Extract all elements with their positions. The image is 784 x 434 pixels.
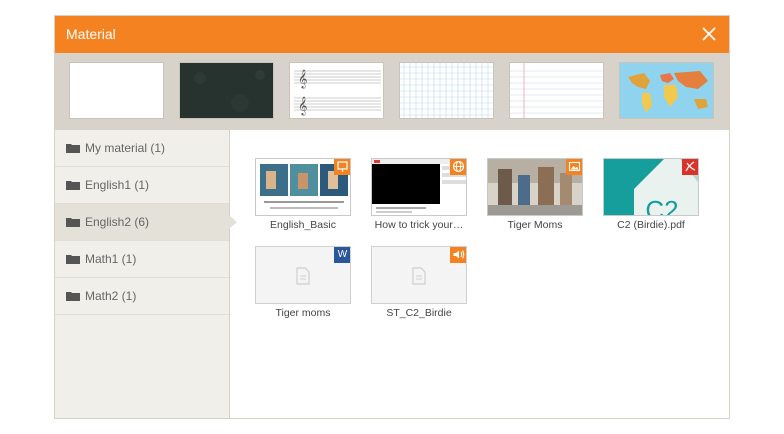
sidebar-item-math1[interactable]: Math1 (1)	[55, 241, 229, 278]
background-world-map[interactable]	[619, 62, 714, 119]
file-thumbnail	[487, 158, 583, 216]
background-blank[interactable]	[69, 62, 164, 119]
file-thumbnail	[371, 158, 467, 216]
title-bar: Material	[55, 16, 729, 53]
pdf-thumb-text: C2	[645, 195, 678, 216]
svg-text:𝄞: 𝄞	[298, 69, 307, 89]
folder-sidebar: My material (1) English1 (1) English2 (6…	[55, 130, 237, 418]
file-thumbnail	[255, 158, 351, 216]
close-icon[interactable]	[700, 25, 718, 43]
pdf-icon	[682, 159, 698, 175]
content-area: My material (1) English1 (1) English2 (6…	[55, 130, 729, 418]
sidebar-item-my-material[interactable]: My material (1)	[55, 130, 229, 167]
file-label: C2 (Birdie).pdf	[617, 219, 685, 231]
folder-icon	[66, 218, 80, 227]
sidebar-item-label: English2 (6)	[85, 215, 150, 229]
file-label: Tiger Moms	[507, 219, 563, 231]
sidebar-item-label: Math2 (1)	[85, 289, 137, 303]
file-grid: English_Basic How to trick your… Tiger M…	[230, 130, 729, 418]
sidebar-item-label: My material (1)	[85, 141, 166, 155]
background-lined-paper[interactable]	[509, 62, 604, 119]
file-thumbnail	[371, 246, 467, 304]
sidebar-item-label: Math1 (1)	[85, 252, 137, 266]
file-label: ST_C2_Birdie	[386, 307, 452, 319]
folder-icon	[66, 181, 80, 190]
document-placeholder-icon	[296, 267, 310, 285]
dialog-title: Material	[66, 26, 116, 42]
file-label: How to trick your…	[374, 219, 464, 231]
sidebar-item-math2[interactable]: Math2 (1)	[55, 278, 229, 315]
presentation-icon	[334, 159, 350, 175]
folder-icon	[66, 255, 80, 264]
background-chalkboard[interactable]	[179, 62, 274, 119]
file-label: English_Basic	[270, 219, 336, 231]
globe-icon	[450, 159, 466, 175]
file-label: Tiger moms	[275, 307, 331, 319]
folder-icon	[66, 292, 80, 301]
sidebar-item-english1[interactable]: English1 (1)	[55, 167, 229, 204]
word-icon: W	[334, 247, 350, 263]
background-grid-paper[interactable]	[399, 62, 494, 119]
speaker-icon	[450, 247, 466, 263]
folder-icon	[66, 144, 80, 153]
background-strip: 𝄞 𝄞	[55, 53, 729, 130]
background-music-staff[interactable]: 𝄞 𝄞	[289, 62, 384, 119]
file-thumbnail: W	[255, 246, 351, 304]
svg-text:𝄞: 𝄞	[298, 96, 307, 116]
material-dialog: Material 𝄞 𝄞 My material (1) English1 (1…	[54, 15, 730, 419]
sidebar-item-label: English1 (1)	[85, 178, 150, 192]
sidebar-item-english2[interactable]: English2 (6)	[55, 204, 237, 241]
image-icon	[566, 159, 582, 175]
document-placeholder-icon	[412, 267, 426, 285]
file-thumbnail: C2	[603, 158, 699, 216]
